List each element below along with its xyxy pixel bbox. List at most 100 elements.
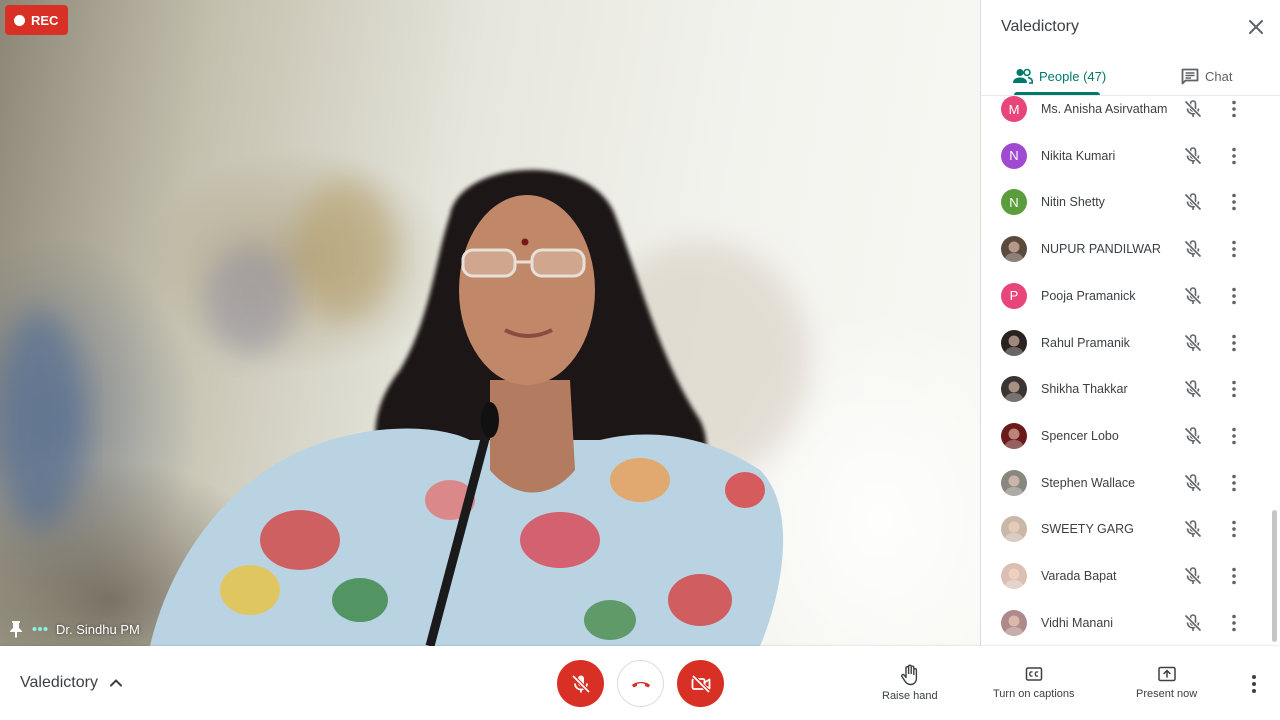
more-vertical-icon[interactable] <box>1223 425 1245 447</box>
speaking-indicator-icon <box>32 626 48 632</box>
more-vertical-icon[interactable] <box>1223 285 1245 307</box>
participant-name: Spencer Lobo <box>1041 428 1119 443</box>
tab-chat[interactable]: Chat <box>1181 56 1232 96</box>
more-vertical-icon[interactable] <box>1223 518 1245 540</box>
participant-row[interactable]: P Pooja Pramanick <box>981 273 1271 319</box>
avatar: M <box>1001 96 1027 122</box>
microphone-toggle-button[interactable] <box>557 660 604 707</box>
more-vertical-icon[interactable] <box>1223 191 1245 213</box>
mic-off-icon[interactable] <box>1182 378 1204 400</box>
participant-row[interactable]: Varada Bapat <box>981 553 1271 599</box>
present-screen-icon <box>1157 666 1176 682</box>
active-tab-indicator <box>1014 92 1100 95</box>
recording-label: REC <box>31 12 59 28</box>
chat-icon <box>1181 68 1199 84</box>
participant-row[interactable]: SWEETY GARG <box>981 506 1271 552</box>
pin-icon[interactable] <box>8 620 24 638</box>
raise-hand-button[interactable]: Raise hand <box>882 664 938 702</box>
participant-row[interactable]: Spencer Lobo <box>981 413 1271 459</box>
close-icon <box>1249 20 1263 34</box>
mic-off-icon[interactable] <box>1182 238 1204 260</box>
more-vertical-icon[interactable] <box>1223 378 1245 400</box>
participant-name: Pooja Pramanick <box>1041 288 1136 303</box>
panel-tabs: People (47) Chat <box>981 56 1280 96</box>
participant-row[interactable]: N Nikita Kumari <box>981 133 1271 179</box>
more-vertical-icon[interactable] <box>1223 612 1245 634</box>
mic-off-icon[interactable] <box>1182 332 1204 354</box>
avatar <box>1001 236 1027 263</box>
speaker-name: Dr. Sindhu PM <box>56 621 140 637</box>
mic-off-icon[interactable] <box>1182 565 1204 587</box>
avatar: N <box>1001 142 1027 169</box>
captions-label: Turn on captions <box>993 688 1075 700</box>
participant-name: NUPUR PANDILWAR <box>1041 242 1161 257</box>
tab-people-label: People (47) <box>1039 68 1107 84</box>
participant-name: Nitin Shetty <box>1041 195 1105 210</box>
participant-row[interactable]: M Ms. Anisha Asirvatham <box>981 96 1271 132</box>
avatar <box>1001 516 1027 543</box>
participant-row[interactable]: NUPUR PANDILWAR <box>981 226 1271 272</box>
participant-name: Vidhi Manani <box>1041 615 1114 630</box>
tab-chat-label: Chat <box>1205 68 1233 84</box>
mic-off-icon[interactable] <box>1182 612 1204 634</box>
more-vertical-icon[interactable] <box>1223 238 1245 260</box>
participant-list-scrollbar[interactable] <box>1272 510 1277 642</box>
tab-people[interactable]: People (47) <box>1013 56 1106 96</box>
hang-up-icon <box>631 681 650 687</box>
mic-off-icon[interactable] <box>1182 145 1204 167</box>
more-vertical-icon[interactable] <box>1223 98 1245 120</box>
meeting-details-toggle[interactable]: Valedictory <box>20 674 124 692</box>
call-controls-bar: Valedictory Raise hand Turn on captions … <box>0 646 1280 720</box>
mic-off-icon[interactable] <box>1182 518 1204 540</box>
leave-call-button[interactable] <box>617 660 664 707</box>
chevron-up-icon <box>109 679 122 687</box>
participant-row[interactable]: Vidhi Manani <box>981 600 1271 646</box>
recording-badge: REC <box>5 5 69 35</box>
mic-off-icon[interactable] <box>1182 472 1204 494</box>
captions-icon <box>1025 667 1043 681</box>
captions-button[interactable]: Turn on captions <box>993 664 1075 700</box>
avatar: P <box>1001 282 1027 309</box>
speaker-name-tag: Dr. Sindhu PM <box>8 620 140 638</box>
present-now-label: Present now <box>1136 688 1198 700</box>
main-video: REC Dr. Sindhu PM <box>0 0 980 646</box>
participant-name: SWEETY GARG <box>1041 522 1134 537</box>
mic-off-icon[interactable] <box>1182 191 1204 213</box>
people-icon <box>1013 68 1033 84</box>
participant-row[interactable]: Rahul Pramanik <box>981 320 1271 366</box>
mic-off-icon[interactable] <box>1182 425 1204 447</box>
panel-title: Valedictory <box>1001 18 1079 35</box>
record-dot-icon <box>14 14 25 26</box>
avatar <box>1001 563 1027 589</box>
raise-hand-icon <box>900 664 917 686</box>
participant-name: Ms. Anisha Asirvatham <box>1041 102 1168 116</box>
participant-list: M Ms. Anisha Asirvatham N Nikita Kumari N Nit… <box>981 96 1280 646</box>
mic-off-icon[interactable] <box>1182 98 1204 120</box>
meeting-name-label: Valedictory <box>20 674 98 691</box>
participant-name: Nikita Kumari <box>1041 148 1116 163</box>
more-vertical-icon <box>1252 675 1256 693</box>
speaker-video-figure <box>0 169 810 646</box>
mic-off-icon[interactable] <box>1182 285 1204 307</box>
raise-hand-label: Raise hand <box>882 690 938 702</box>
more-vertical-icon[interactable] <box>1223 145 1245 167</box>
participant-row[interactable]: N Nitin Shetty <box>981 179 1271 225</box>
camera-toggle-button[interactable] <box>677 660 724 707</box>
meeting-details-panel: Valedictory People (47) Chat M Ms. Anisha… <box>980 0 1280 646</box>
more-options-button[interactable] <box>1242 672 1266 696</box>
avatar <box>1001 609 1027 636</box>
more-vertical-icon[interactable] <box>1223 565 1245 587</box>
participant-name: Stephen Wallace <box>1041 475 1136 490</box>
avatar <box>1001 422 1027 449</box>
avatar <box>1001 376 1027 403</box>
participant-name: Varada Bapat <box>1041 569 1117 583</box>
present-now-button[interactable]: Present now <box>1136 664 1197 700</box>
avatar <box>1001 329 1027 356</box>
more-vertical-icon[interactable] <box>1223 472 1245 494</box>
close-panel-button[interactable] <box>1244 15 1268 39</box>
camera-off-icon <box>691 674 710 693</box>
participant-row[interactable]: Stephen Wallace <box>981 460 1271 506</box>
participant-row[interactable]: Shikha Thakkar <box>981 366 1271 412</box>
mic-off-icon <box>571 674 590 693</box>
more-vertical-icon[interactable] <box>1223 332 1245 354</box>
